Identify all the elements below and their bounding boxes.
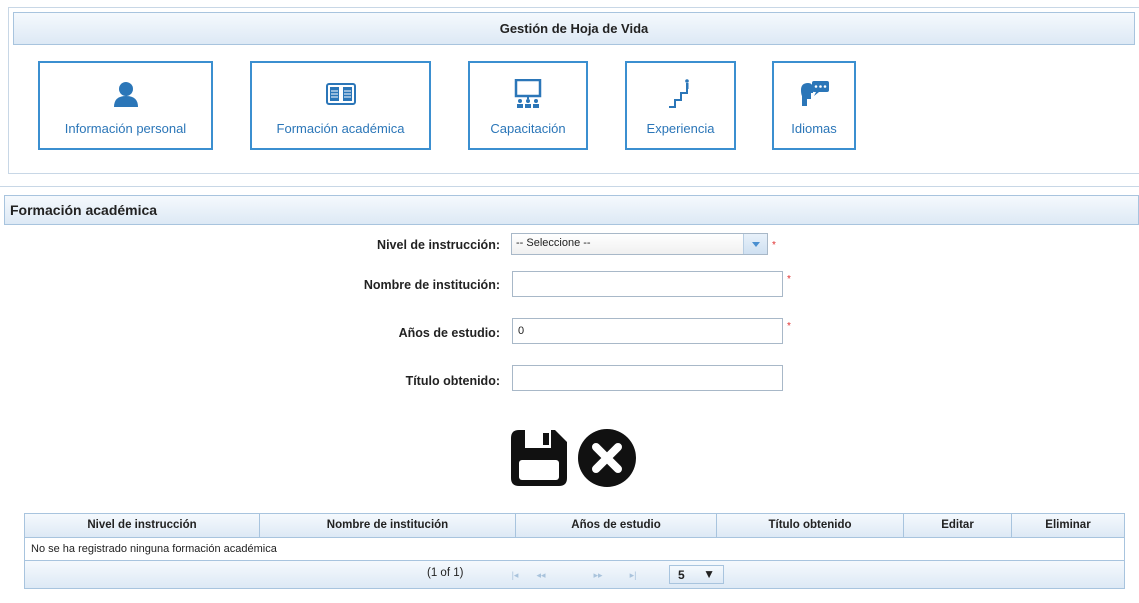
chevron-down-icon[interactable] <box>743 234 767 254</box>
column-header[interactable]: Nombre de institución <box>260 514 516 537</box>
required-mark: * <box>772 240 776 251</box>
menu-capacitacion-button[interactable]: Capacitación <box>468 61 588 150</box>
next-page-button[interactable]: ▸▸ <box>587 568 609 582</box>
rows-per-page-select[interactable]: 5 ▼ <box>669 565 724 584</box>
section-title: Formación académica <box>4 195 1139 225</box>
titulo-obtenido-input[interactable] <box>512 365 783 391</box>
first-page-button[interactable]: |◂ <box>504 568 526 582</box>
menu-formacion-academica-button[interactable]: Formación académica <box>250 61 431 150</box>
book-icon <box>252 80 429 108</box>
menu-formacion-academica-label: Formación académica <box>276 121 405 136</box>
column-header[interactable]: Años de estudio <box>516 514 717 537</box>
titulo-obtenido-label: Título obtenido: <box>405 374 500 388</box>
anos-estudio-label: Años de estudio: <box>398 326 500 340</box>
page-info: (1 of 1) <box>427 567 464 579</box>
menu-experiencia-label: Experiencia <box>646 121 715 136</box>
menu-capacitacion-label: Capacitación <box>490 121 566 136</box>
menu-idiomas-button[interactable]: Idiomas <box>772 61 856 150</box>
menu-idiomas-label: Idiomas <box>791 121 837 136</box>
column-header[interactable]: Título obtenido <box>717 514 904 537</box>
nombre-institucion-label: Nombre de institución: <box>363 278 500 292</box>
required-mark: * <box>787 274 791 285</box>
cv-menu-title: Gestión de Hoja de Vida <box>13 12 1135 45</box>
save-icon <box>511 430 567 486</box>
nivel-instruccion-label: Nivel de instrucción: <box>377 238 500 252</box>
menu-informacion-personal-button[interactable]: Información personal <box>38 61 213 150</box>
menu-informacion-personal-label: Información personal <box>64 121 187 136</box>
dropdown-arrow-icon: ▼ <box>703 567 715 581</box>
menu-experiencia-button[interactable]: Experiencia <box>625 61 736 150</box>
cancel-button[interactable] <box>577 428 637 488</box>
speech-icon <box>774 80 854 108</box>
rows-per-page-value: 5 <box>678 568 685 582</box>
cancel-icon <box>578 429 636 487</box>
formacion-table: Nivel de instrucción Nombre de instituci… <box>24 513 1125 589</box>
nombre-institucion-input[interactable] <box>512 271 783 297</box>
save-button[interactable] <box>509 428 569 488</box>
nivel-instruccion-value: -- Seleccione -- <box>516 237 591 249</box>
last-page-button[interactable]: ▸| <box>622 568 644 582</box>
column-header: Editar <box>904 514 1012 537</box>
stairs-icon <box>627 79 734 108</box>
nivel-instruccion-select[interactable]: -- Seleccione -- <box>511 233 768 255</box>
anos-estudio-input[interactable] <box>512 318 783 344</box>
empty-message: No se ha registrado ninguna formación ac… <box>25 538 1124 561</box>
classroom-icon <box>470 79 586 108</box>
column-header[interactable]: Nivel de instrucción <box>25 514 260 537</box>
paginator: (1 of 1) |◂ ◂◂ ▸▸ ▸| 5 ▼ <box>25 561 1124 588</box>
prev-page-button[interactable]: ◂◂ <box>530 568 552 582</box>
column-header: Eliminar <box>1045 519 1091 531</box>
cv-menu-panel: Gestión de Hoja de Vida Información pers… <box>8 7 1139 174</box>
person-icon <box>40 80 211 108</box>
required-mark: * <box>787 321 791 332</box>
table-header: Nivel de instrucción Nombre de instituci… <box>25 514 1124 538</box>
